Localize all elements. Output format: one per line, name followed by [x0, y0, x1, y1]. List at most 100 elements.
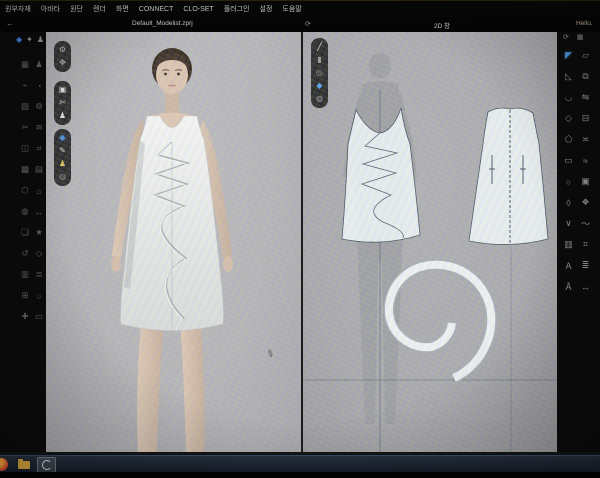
render-library-icon[interactable]: ◍ — [21, 206, 28, 217]
avatar-library-icon[interactable]: ♟ — [35, 59, 43, 70]
environment-icon[interactable]: ◍ — [59, 172, 66, 182]
menu-trims[interactable]: 원부자재 — [5, 4, 31, 14]
free-sewing-icon[interactable]: ≈ — [583, 156, 588, 166]
add-point-icon[interactable]: ◇ — [565, 113, 572, 124]
menu-connect[interactable]: CONNECT — [139, 6, 174, 13]
avatar-display-icon[interactable]: ♟ — [59, 159, 66, 169]
fur-library-icon[interactable]: ≣ — [35, 269, 42, 280]
notch-tool-icon[interactable]: ∨ — [565, 218, 572, 229]
hanger-library-icon[interactable]: ⌁ — [22, 80, 27, 91]
avatar-3d[interactable]: ✎ — [46, 32, 302, 452]
pose-library-icon[interactable]: ⬡ — [21, 185, 28, 196]
viewport-3d[interactable]: ✎ ⚙✥ ▣✄♟ ◆✎♟◍ — [46, 32, 302, 452]
scene-library-icon[interactable]: ⌂ — [36, 186, 41, 196]
pattern-outline-icon[interactable]: ▮ — [317, 55, 321, 65]
hardware-library-icon[interactable]: ⚙ — [35, 101, 43, 112]
menu-fabric[interactable]: 원단 — [70, 4, 83, 14]
viewport-cursor-icon: ✎ — [264, 348, 276, 362]
avatar-left-hand — [111, 256, 121, 272]
gizmo-toolbar: ⚙✥ — [54, 41, 71, 72]
colorway-library-icon[interactable]: ◇ — [36, 248, 43, 259]
transform-pattern-icon[interactable]: ◤ — [565, 50, 572, 61]
menu-settings[interactable]: 설정 — [260, 4, 273, 14]
pattern-copy-icon[interactable]: ▱ — [582, 50, 589, 61]
seam-allowance-icon[interactable]: ▣ — [581, 176, 590, 187]
plugin-library-icon[interactable]: ✚ — [21, 311, 28, 322]
text-tool-icon[interactable]: A — [565, 261, 571, 271]
folder-library-icon[interactable]: ❏ — [21, 227, 29, 238]
project-tab[interactable]: Default_Modelist.zprj — [132, 20, 193, 27]
fabric-library-icon[interactable]: ▨ — [21, 101, 29, 112]
edit-curve-icon[interactable]: ◡ — [565, 92, 573, 103]
back-pattern-piece[interactable] — [469, 108, 548, 245]
polygon-tool-icon[interactable]: ⬠ — [565, 134, 573, 145]
shoes-library-icon[interactable]: ◔ — [36, 81, 41, 91]
misc-library-icon[interactable]: ▭ — [35, 311, 43, 322]
refresh-icon[interactable]: ⟳ — [305, 20, 311, 28]
zipper-library-icon[interactable]: ⌗ — [37, 143, 42, 154]
menu-clo-set[interactable]: CLO-SET — [183, 6, 213, 13]
menu-plugin[interactable]: 플러그인 — [224, 4, 250, 14]
topstitch-library-icon[interactable]: ≋ — [35, 122, 42, 133]
trace-tool-icon[interactable]: ▥ — [564, 239, 573, 250]
pin-view-icon[interactable]: ✎ — [59, 146, 66, 156]
unfold-pattern-icon[interactable]: ⧉ — [582, 71, 588, 82]
gizmo-icon[interactable]: ⚙ — [59, 45, 66, 55]
back-arrow-icon[interactable]: ← — [6, 19, 14, 28]
snap-icon[interactable]: ✥ — [59, 58, 66, 68]
grading-tool-icon[interactable]: Ā — [565, 282, 571, 292]
menu-help[interactable]: 도움말 — [282, 4, 301, 14]
user-icon[interactable]: ♟ — [37, 35, 44, 44]
fold-arrangement-icon[interactable]: ⊟ — [582, 113, 590, 124]
pattern-canvas[interactable] — [303, 32, 557, 452]
line-tool-icon[interactable]: ╱ — [317, 42, 322, 52]
measure-tool-icon[interactable]: ↔ — [581, 282, 590, 292]
menu-render[interactable]: 렌더 — [93, 4, 106, 14]
avatar-right-leg — [180, 320, 204, 452]
material-library-icon[interactable]: ▩ — [21, 164, 29, 175]
library-panel-header: ◆ ✦ ♟ — [16, 35, 44, 44]
segment-sewing-icon[interactable]: ≍ — [582, 134, 590, 145]
history-library-icon[interactable]: ↺ — [21, 248, 28, 259]
padding-library-icon[interactable]: ⊞ — [21, 290, 28, 301]
print-library-icon[interactable]: ▥ — [21, 269, 29, 280]
folder-icon[interactable] — [18, 461, 30, 469]
dart-tool-icon[interactable]: ◊ — [566, 198, 570, 208]
edit-pattern-icon[interactable]: ◺ — [565, 71, 572, 82]
grainline-icon[interactable]: ◎ — [316, 68, 323, 78]
fabric-2d-icon[interactable]: ◆ — [316, 81, 322, 91]
fabric-view-icon[interactable]: ◆ — [59, 133, 65, 143]
trim-library-icon[interactable]: ✂ — [21, 122, 28, 133]
fitting-library-icon[interactable]: ○ — [36, 291, 41, 301]
mirror-pattern-icon[interactable]: ⇋ — [582, 92, 590, 103]
show-avatar-icon[interactable]: ♟ — [59, 111, 66, 121]
avatar-right-hand — [223, 256, 233, 272]
menu-avatar[interactable]: 아바타 — [41, 4, 60, 14]
clo-diamond-icon[interactable]: ◆ — [16, 35, 22, 44]
stitch-tool-icon[interactable]: 〜 — [581, 217, 590, 230]
panel-grid-icon[interactable]: ▦ — [577, 33, 584, 41]
favorites-library-icon[interactable]: ★ — [35, 227, 43, 238]
sparkle-icon[interactable]: ✦ — [26, 35, 33, 44]
viewport-2d[interactable]: ╱ ▮ ◎ ◆ ◍ — [303, 32, 557, 452]
binding-tool-icon[interactable]: ≣ — [582, 260, 590, 271]
rectangle-tool-icon[interactable]: ▭ — [564, 155, 573, 166]
show-garment-icon[interactable]: ▣ — [59, 85, 67, 95]
texture-2d-icon[interactable]: ◍ — [316, 94, 323, 104]
spiral-flounce-pattern[interactable] — [389, 265, 491, 378]
garment-3d-icon[interactable]: ❖ — [581, 197, 589, 208]
2d-window-title: 2D 창 — [420, 20, 464, 30]
measure-library-icon[interactable]: ↔ — [35, 207, 44, 217]
texture-library-icon[interactable]: ▤ — [35, 164, 43, 175]
menu-display[interactable]: 화면 — [116, 4, 129, 14]
circle-tool-icon[interactable]: ○ — [566, 177, 571, 187]
browser-icon[interactable] — [0, 458, 8, 471]
buttonhole-library-icon[interactable]: ◫ — [21, 143, 29, 154]
tabbar: ← Default_Modelist.zprj ⟳ 2D 창 Hello, — [0, 17, 600, 32]
sync-icon[interactable]: ⟳ — [563, 33, 569, 41]
clo-app-icon[interactable] — [37, 457, 56, 473]
flatten-tool-icon[interactable]: ⌗ — [583, 239, 588, 250]
show-seams-icon[interactable]: ✄ — [59, 98, 66, 108]
avatar-left-eye — [164, 73, 167, 76]
garment-library-icon[interactable]: ▦ — [21, 59, 29, 70]
